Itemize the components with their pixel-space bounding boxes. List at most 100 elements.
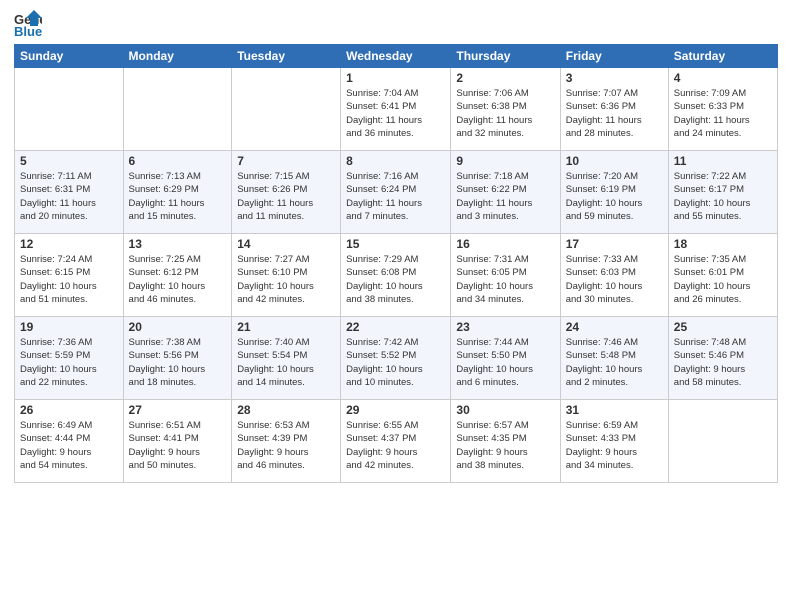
calendar-cell: 25Sunrise: 7:48 AM Sunset: 5:46 PM Dayli…: [668, 317, 777, 400]
calendar-week-4: 19 Sunrise: 7:36 AM Sunset: 5:59 PM Dayli…: [15, 317, 778, 400]
day-number: 27: [129, 403, 227, 417]
day-number: 21: [237, 320, 335, 334]
calendar-cell: 21 Sunrise: 7:40 AM Sunset: 5:54 PM Dayli…: [232, 317, 341, 400]
day-number: 8: [346, 154, 445, 168]
day-number: 29: [346, 403, 445, 417]
calendar-cell: 13Sunrise: 7:25 AM Sunset: 6:12 PM Dayli…: [123, 234, 232, 317]
calendar-cell: 8 Sunrise: 7:16 AM Sunset: 6:24 PM Daylig…: [341, 151, 451, 234]
calendar-cell: 20 Sunrise: 7:38 AM Sunset: 5:56 PM Dayli…: [123, 317, 232, 400]
day-number: 2: [456, 71, 554, 85]
calendar-week-3: 12 Sunrise: 7:24 AM Sunset: 6:15 PM Dayli…: [15, 234, 778, 317]
day-number: 22: [346, 320, 445, 334]
calendar-cell: 3 Sunrise: 7:07 AM Sunset: 6:36 PM Daylig…: [560, 68, 668, 151]
calendar-cell: 27Sunrise: 6:51 AM Sunset: 4:41 PM Dayli…: [123, 400, 232, 483]
day-number: 19: [20, 320, 118, 334]
day-info: Sunrise: 7:09 AM Sunset: 6:33 PM Dayligh…: [674, 87, 772, 140]
day-number: 6: [129, 154, 227, 168]
calendar-cell: 1 Sunrise: 7:04 AM Sunset: 6:41 PM Daylig…: [341, 68, 451, 151]
calendar-cell: 16Sunrise: 7:31 AM Sunset: 6:05 PM Dayli…: [451, 234, 560, 317]
calendar-cell: 10 Sunrise: 7:20 AM Sunset: 6:19 PM Dayli…: [560, 151, 668, 234]
day-info: Sunrise: 7:13 AM Sunset: 6:29 PM Dayligh…: [129, 170, 227, 223]
day-number: 12: [20, 237, 118, 251]
calendar-header-row: SundayMondayTuesdayWednesdayThursdayFrid…: [15, 45, 778, 68]
day-number: 18: [674, 237, 772, 251]
calendar-cell: [668, 400, 777, 483]
calendar-week-5: 26Sunrise: 6:49 AM Sunset: 4:44 PM Dayli…: [15, 400, 778, 483]
calendar-cell: 5 Sunrise: 7:11 AM Sunset: 6:31 PM Daylig…: [15, 151, 124, 234]
calendar-cell: 24 Sunrise: 7:46 AM Sunset: 5:48 PM Dayli…: [560, 317, 668, 400]
day-info: Sunrise: 6:57 AM Sunset: 4:35 PM Dayligh…: [456, 419, 554, 472]
calendar-cell: 14 Sunrise: 7:27 AM Sunset: 6:10 PM Dayli…: [232, 234, 341, 317]
calendar-cell: 15 Sunrise: 7:29 AM Sunset: 6:08 PM Dayli…: [341, 234, 451, 317]
day-info: Sunrise: 6:55 AM Sunset: 4:37 PM Dayligh…: [346, 419, 445, 472]
day-header-friday: Friday: [560, 45, 668, 68]
calendar-cell: 18 Sunrise: 7:35 AM Sunset: 6:01 PM Dayli…: [668, 234, 777, 317]
calendar-cell: 23 Sunrise: 7:44 AM Sunset: 5:50 PM Dayli…: [451, 317, 560, 400]
day-number: 3: [566, 71, 663, 85]
day-number: 1: [346, 71, 445, 85]
day-info: Sunrise: 7:22 AM Sunset: 6:17 PM Dayligh…: [674, 170, 772, 223]
calendar-cell: 4Sunrise: 7:09 AM Sunset: 6:33 PM Daylig…: [668, 68, 777, 151]
day-info: Sunrise: 7:42 AM Sunset: 5:52 PM Dayligh…: [346, 336, 445, 389]
day-header-monday: Monday: [123, 45, 232, 68]
day-info: Sunrise: 7:11 AM Sunset: 6:31 PM Dayligh…: [20, 170, 118, 223]
day-info: Sunrise: 7:20 AM Sunset: 6:19 PM Dayligh…: [566, 170, 663, 223]
day-number: 20: [129, 320, 227, 334]
day-info: Sunrise: 7:15 AM Sunset: 6:26 PM Dayligh…: [237, 170, 335, 223]
calendar: SundayMondayTuesdayWednesdayThursdayFrid…: [14, 44, 778, 483]
logo-icon: General Blue: [14, 10, 42, 38]
calendar-cell: 12 Sunrise: 7:24 AM Sunset: 6:15 PM Dayli…: [15, 234, 124, 317]
day-info: Sunrise: 7:29 AM Sunset: 6:08 PM Dayligh…: [346, 253, 445, 306]
day-info: Sunrise: 6:59 AM Sunset: 4:33 PM Dayligh…: [566, 419, 663, 472]
page-container: General Blue SundayMondayTuesdayWednesda…: [0, 0, 792, 612]
day-info: Sunrise: 7:36 AM Sunset: 5:59 PM Dayligh…: [20, 336, 118, 389]
calendar-cell: 9 Sunrise: 7:18 AM Sunset: 6:22 PM Daylig…: [451, 151, 560, 234]
day-info: Sunrise: 7:07 AM Sunset: 6:36 PM Dayligh…: [566, 87, 663, 140]
calendar-cell: 11 Sunrise: 7:22 AM Sunset: 6:17 PM Dayli…: [668, 151, 777, 234]
day-info: Sunrise: 7:38 AM Sunset: 5:56 PM Dayligh…: [129, 336, 227, 389]
calendar-cell: 7 Sunrise: 7:15 AM Sunset: 6:26 PM Daylig…: [232, 151, 341, 234]
day-number: 14: [237, 237, 335, 251]
day-info: Sunrise: 7:25 AM Sunset: 6:12 PM Dayligh…: [129, 253, 227, 306]
day-header-sunday: Sunday: [15, 45, 124, 68]
calendar-cell: 6 Sunrise: 7:13 AM Sunset: 6:29 PM Daylig…: [123, 151, 232, 234]
day-number: 23: [456, 320, 554, 334]
day-info: Sunrise: 7:27 AM Sunset: 6:10 PM Dayligh…: [237, 253, 335, 306]
day-header-tuesday: Tuesday: [232, 45, 341, 68]
day-header-thursday: Thursday: [451, 45, 560, 68]
day-number: 7: [237, 154, 335, 168]
day-number: 28: [237, 403, 335, 417]
day-number: 10: [566, 154, 663, 168]
day-info: Sunrise: 7:33 AM Sunset: 6:03 PM Dayligh…: [566, 253, 663, 306]
day-number: 24: [566, 320, 663, 334]
day-info: Sunrise: 7:40 AM Sunset: 5:54 PM Dayligh…: [237, 336, 335, 389]
day-info: Sunrise: 7:04 AM Sunset: 6:41 PM Dayligh…: [346, 87, 445, 140]
day-info: Sunrise: 7:16 AM Sunset: 6:24 PM Dayligh…: [346, 170, 445, 223]
day-info: Sunrise: 7:24 AM Sunset: 6:15 PM Dayligh…: [20, 253, 118, 306]
day-info: Sunrise: 7:31 AM Sunset: 6:05 PM Dayligh…: [456, 253, 554, 306]
day-header-saturday: Saturday: [668, 45, 777, 68]
calendar-cell: 2 Sunrise: 7:06 AM Sunset: 6:38 PM Daylig…: [451, 68, 560, 151]
day-info: Sunrise: 6:53 AM Sunset: 4:39 PM Dayligh…: [237, 419, 335, 472]
day-info: Sunrise: 7:46 AM Sunset: 5:48 PM Dayligh…: [566, 336, 663, 389]
day-info: Sunrise: 7:35 AM Sunset: 6:01 PM Dayligh…: [674, 253, 772, 306]
day-info: Sunrise: 7:18 AM Sunset: 6:22 PM Dayligh…: [456, 170, 554, 223]
svg-text:Blue: Blue: [14, 24, 42, 38]
day-number: 5: [20, 154, 118, 168]
calendar-cell: 30Sunrise: 6:57 AM Sunset: 4:35 PM Dayli…: [451, 400, 560, 483]
day-info: Sunrise: 7:44 AM Sunset: 5:50 PM Dayligh…: [456, 336, 554, 389]
calendar-cell: 28 Sunrise: 6:53 AM Sunset: 4:39 PM Dayli…: [232, 400, 341, 483]
calendar-cell: 29 Sunrise: 6:55 AM Sunset: 4:37 PM Dayli…: [341, 400, 451, 483]
day-number: 15: [346, 237, 445, 251]
day-number: 9: [456, 154, 554, 168]
calendar-cell: 31 Sunrise: 6:59 AM Sunset: 4:33 PM Dayli…: [560, 400, 668, 483]
day-number: 26: [20, 403, 118, 417]
calendar-cell: 26Sunrise: 6:49 AM Sunset: 4:44 PM Dayli…: [15, 400, 124, 483]
day-info: Sunrise: 7:06 AM Sunset: 6:38 PM Dayligh…: [456, 87, 554, 140]
day-number: 11: [674, 154, 772, 168]
calendar-cell: 19 Sunrise: 7:36 AM Sunset: 5:59 PM Dayli…: [15, 317, 124, 400]
calendar-cell: [123, 68, 232, 151]
calendar-week-1: 1 Sunrise: 7:04 AM Sunset: 6:41 PM Daylig…: [15, 68, 778, 151]
day-number: 31: [566, 403, 663, 417]
day-number: 25: [674, 320, 772, 334]
